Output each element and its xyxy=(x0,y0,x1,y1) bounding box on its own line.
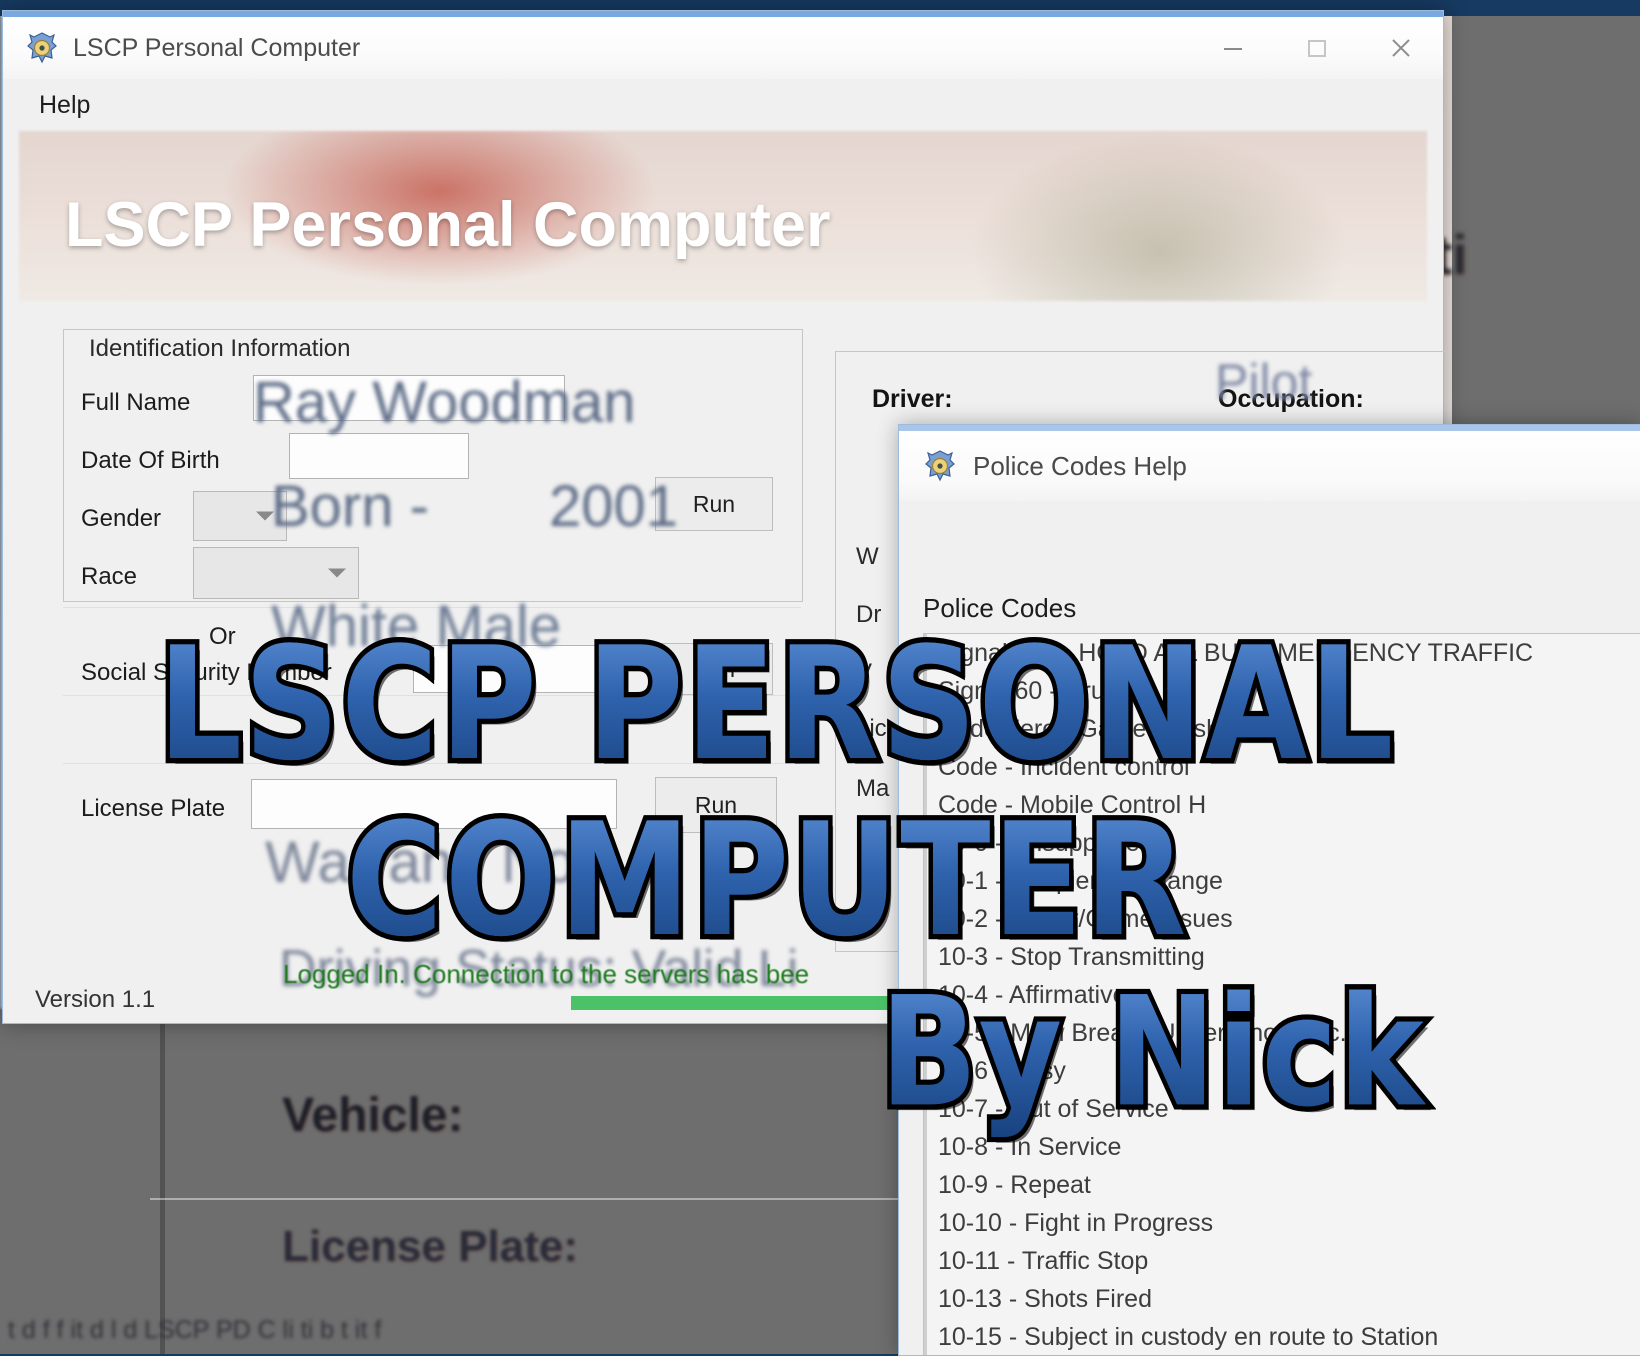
maximize-icon[interactable] xyxy=(1275,17,1359,79)
police-code-item[interactable]: Code - Mobile Control H xyxy=(924,786,1640,824)
police-code-item[interactable]: 10-5 - Meal Break / Under Shots Etc. xyxy=(924,1014,1640,1052)
police-code-item[interactable]: 10-0 - Unsupported xyxy=(924,824,1640,862)
license-plate-input[interactable] xyxy=(251,779,617,829)
minimize-icon[interactable] xyxy=(1191,17,1275,79)
run-plate-button[interactable]: Run xyxy=(655,777,777,833)
main-window-titlebar[interactable]: LSCP Personal Computer xyxy=(3,17,1443,79)
police-badge-icon xyxy=(923,449,957,483)
overlay-born-text: Born - xyxy=(271,474,429,539)
warrant-result-label: W xyxy=(856,543,879,570)
make-result-label: Ma xyxy=(856,775,890,802)
police-code-item[interactable]: 10-8 - In Service xyxy=(924,1128,1640,1166)
identification-group-label: Identification Information xyxy=(81,335,359,363)
close-icon[interactable] xyxy=(1359,17,1443,79)
license-result-label: Lic xyxy=(856,715,887,742)
police-code-item[interactable]: 10-15 - Subject in custody en route to S… xyxy=(924,1318,1640,1355)
background-vehicle-heading: Vehicle: xyxy=(282,1089,464,1142)
police-code-item[interactable]: Signal 60 - Drugs xyxy=(924,672,1640,710)
police-code-item[interactable]: 10-9 - Repeat xyxy=(924,1166,1640,1204)
gender-label: Gender xyxy=(81,505,162,532)
background-license-plate-heading: License Plate: xyxy=(282,1222,578,1271)
license-plate-label: License Plate xyxy=(81,795,226,822)
police-code-item[interactable]: 10-4 - Affirmative xyxy=(924,976,1640,1014)
race-label: Race xyxy=(81,563,138,590)
full-name-label: Full Name xyxy=(81,389,191,416)
background-vertical-divider xyxy=(160,1010,165,1354)
police-code-item[interactable]: 10-6 - Busy xyxy=(924,1052,1640,1090)
menu-item-help[interactable]: Help xyxy=(39,91,90,120)
police-code-item[interactable]: Code Zero - Game Crash xyxy=(924,710,1640,748)
overlay-year-text: 2001 xyxy=(549,474,679,539)
vehicle-result-label: V xyxy=(856,659,873,686)
background-footer-text: t d f f it d l d LSCP PD C li ti b t it … xyxy=(8,1316,382,1344)
app-banner-title: LSCP Personal Computer xyxy=(65,190,831,260)
ssn-label: Social Security Number xyxy=(81,659,332,686)
connection-progress-bar xyxy=(571,996,901,1010)
main-window-title: LSCP Personal Computer xyxy=(73,33,361,62)
help-window-titlebar[interactable]: Police Codes Help xyxy=(899,431,1640,501)
police-codes-help-window[interactable]: Police Codes Help Police Codes Signal 10… xyxy=(898,424,1640,1356)
connection-status-text: Logged In. Connection to the servers has… xyxy=(283,959,810,989)
divider-2 xyxy=(63,695,801,696)
police-code-item[interactable]: 10-7 - Out of Service xyxy=(924,1090,1640,1128)
police-code-item[interactable]: Signal 100 - HOLD ALL BUT EMERGENCY TRAF… xyxy=(924,634,1640,672)
overlay-name-text: Ray Woodman xyxy=(253,370,636,435)
overlay-demographics-text: White Male xyxy=(271,594,562,659)
police-codes-list[interactable]: Signal 100 - HOLD ALL BUT EMERGENCY TRAF… xyxy=(923,633,1640,1355)
police-code-item[interactable]: 10-2 - Lobby/Game Issues xyxy=(924,900,1640,938)
or-label: Or xyxy=(209,623,236,650)
race-select[interactable] xyxy=(193,547,359,599)
police-code-item[interactable]: 10-13 - Shots Fired xyxy=(924,1280,1640,1318)
chevron-down-icon xyxy=(328,568,346,578)
driver-result-label: Driver: xyxy=(872,385,953,413)
police-codes-section-label: Police Codes xyxy=(923,593,1077,623)
overlay-occupation-value: Pilot xyxy=(1215,354,1313,410)
police-code-item[interactable]: 10-10 - Fight in Progress xyxy=(924,1204,1640,1242)
date-of-birth-label: Date Of Birth xyxy=(81,447,220,474)
help-window-title: Police Codes Help xyxy=(973,450,1187,481)
police-badge-icon xyxy=(25,31,59,65)
police-code-item[interactable]: 10-11 - Traffic Stop xyxy=(924,1242,1640,1280)
help-window-body: Police Codes Signal 100 - HOLD ALL BUT E… xyxy=(899,501,1640,1355)
overlay-warrant-text: Warrant: Non xyxy=(265,830,608,895)
version-label: Version 1.1 xyxy=(35,986,156,1013)
police-code-item[interactable]: Code - Incident control xyxy=(924,748,1640,786)
driving-result-label: Dr xyxy=(856,601,882,628)
run-ssn-button[interactable]: Run xyxy=(655,643,773,695)
police-code-item[interactable]: 10-3 - Stop Transmitting xyxy=(924,938,1640,976)
codes-left-rule xyxy=(924,634,927,1355)
window-controls[interactable] xyxy=(1191,17,1443,79)
police-code-item[interactable]: 10-1 - Frequency Change xyxy=(924,862,1640,900)
divider-3 xyxy=(63,763,801,764)
main-menubar[interactable]: Help xyxy=(3,79,1443,132)
